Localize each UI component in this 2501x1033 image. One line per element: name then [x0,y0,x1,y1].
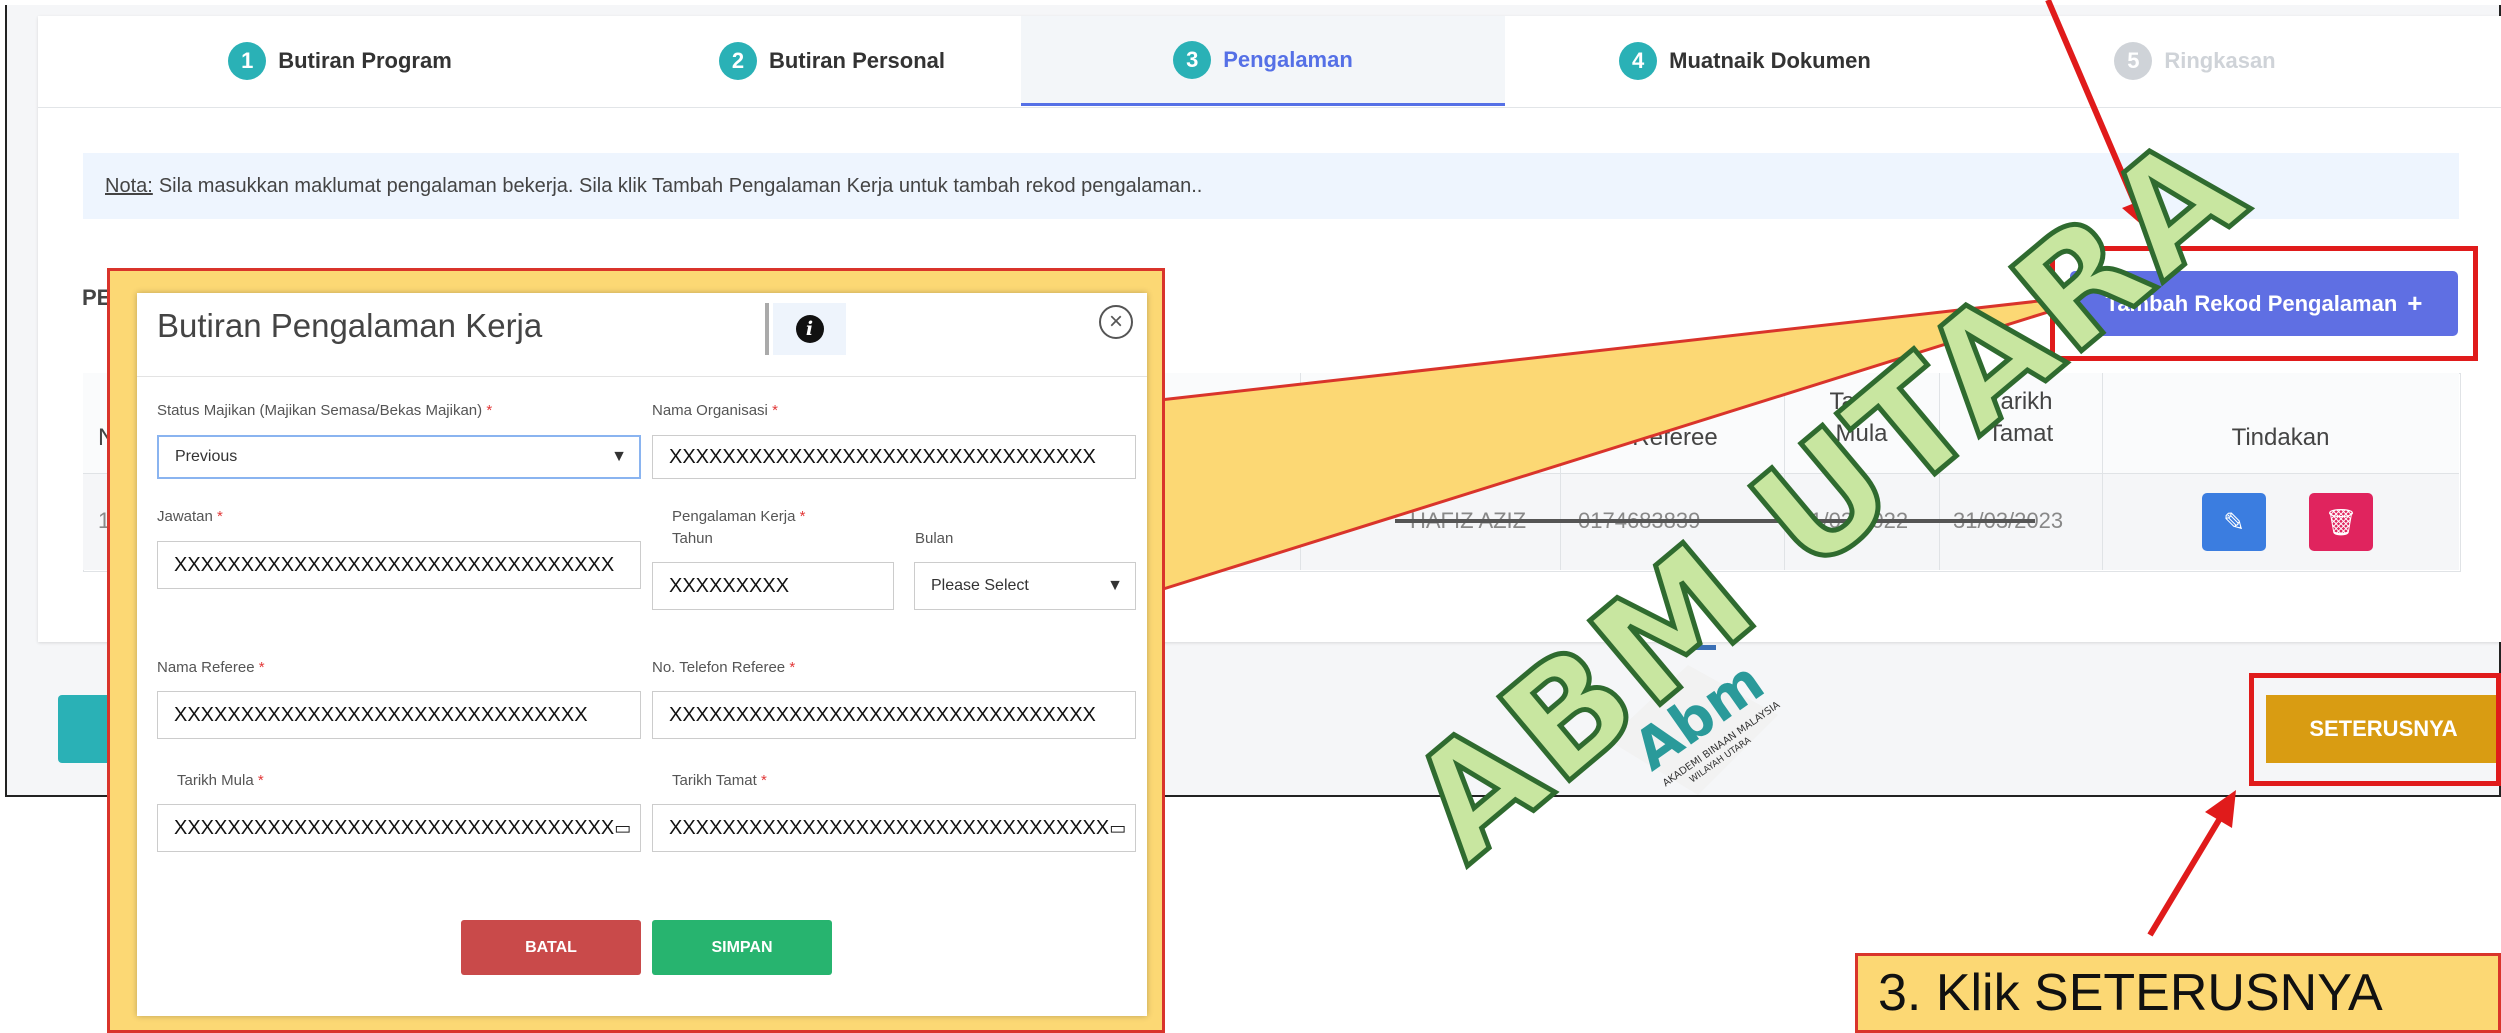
tahun-input[interactable]: XXXXXXXXX [652,562,894,610]
chevron-down-icon: ▼ [611,448,627,465]
close-icon[interactable]: × [1099,305,1133,339]
info-button[interactable]: i [773,303,846,355]
calendar-icon: ▭ [614,817,632,838]
status-majikan-select[interactable]: Previous ▼ [157,435,641,479]
label-text: Jawatan [157,508,213,525]
label-text: Nama Organisasi [652,402,768,419]
tarikh-mula-label: Tarikh Mula * [177,772,264,789]
label-text: Nama Referee [157,659,255,676]
label-text: No. Telefon Referee [652,659,786,676]
input-value: XXXXXXXXXXXXXXXXXXXXXXXXXXXXXXXXX [669,816,1110,839]
status-majikan-label: Status Majikan (Majikan Semasa/Bekas Maj… [157,402,493,419]
bulan-label: Bulan [915,530,954,547]
pengalaman-kerja-label: Pengalaman Kerja * [672,508,806,525]
instruction-callout: 3. Klik SETERUSNYA [1855,953,2501,1033]
calendar-icon: ▭ [1109,817,1127,838]
title-separator [765,303,769,355]
modal-title: Butiran Pengalaman Kerja [157,307,543,344]
label-text: Status Majikan (Majikan Semasa/Bekas Maj… [157,402,483,419]
batal-button[interactable]: BATAL [461,920,641,975]
nama-referee-label: Nama Referee * [157,659,265,676]
jawatan-label: Jawatan * [157,508,223,525]
bulan-select[interactable]: Please Select ▼ [914,562,1136,610]
arrow-to-seterusnya [2147,808,2228,937]
tarikh-tamat-label: Tarikh Tamat * [672,772,767,789]
select-value: Previous [175,448,238,465]
tarikh-tamat-input[interactable]: XXXXXXXXXXXXXXXXXXXXXXXXXXXXXXXXX ▭ [652,804,1136,852]
telefon-referee-label: No. Telefon Referee * [652,659,796,676]
input-value: XXXXXXXXXXXXXXXXXXXXXXXXXXXXXXXXX [174,816,615,839]
jawatan-input[interactable]: XXXXXXXXXXXXXXXXXXXXXXXXXXXXXXXXX [157,541,641,589]
telefon-referee-input[interactable]: XXXXXXXXXXXXXXXXXXXXXXXXXXXXXXXX [652,691,1136,739]
nama-organisasi-input[interactable]: XXXXXXXXXXXXXXXXXXXXXXXXXXXXXXXX [652,435,1136,479]
tarikh-mula-input[interactable]: XXXXXXXXXXXXXXXXXXXXXXXXXXXXXXXXX ▭ [157,804,641,852]
info-icon: i [795,315,824,343]
label-text: Tarikh Mula [177,772,254,789]
label-text: Pengalaman Kerja [672,508,796,525]
simpan-button[interactable]: SIMPAN [652,920,832,975]
nama-organisasi-label: Nama Organisasi * [652,402,778,419]
nama-referee-input[interactable]: XXXXXXXXXXXXXXXXXXXXXXXXXXXXXXX [157,691,641,739]
select-value: Please Select [931,577,1029,594]
tahun-label: Tahun [672,530,713,547]
label-text: Tarikh Tamat [672,772,757,789]
modal-header-divider [137,376,1147,377]
chevron-down-icon: ▼ [1107,577,1123,594]
